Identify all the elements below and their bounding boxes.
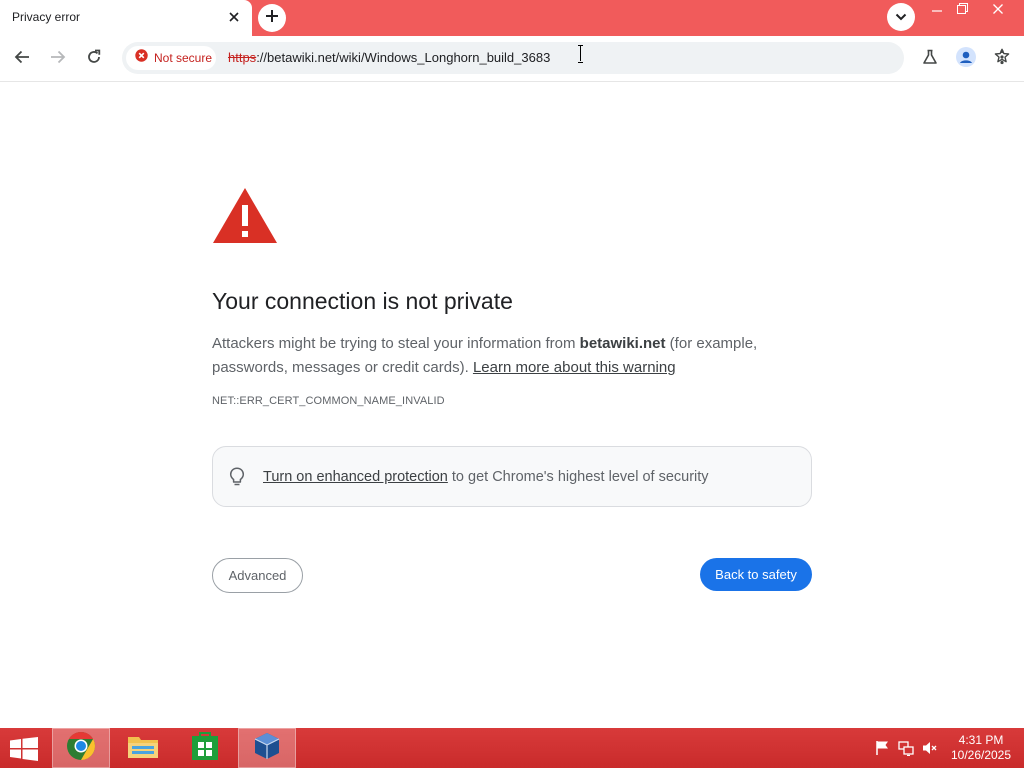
security-status-text: Not secure (154, 51, 213, 65)
chrome-icon (66, 731, 96, 766)
forward-arrow-icon (50, 49, 66, 70)
address-bar[interactable]: Not secure https://betawiki.net/wiki/Win… (122, 42, 1010, 74)
tab-search-button[interactable] (887, 3, 915, 31)
tab-strip: Privacy error (0, 0, 1024, 36)
virtualbox-icon (253, 732, 281, 765)
explain-prefix: Attackers might be trying to steal your … (212, 335, 580, 352)
warning-triangle-icon (212, 186, 278, 244)
windows-start-icon[interactable] (10, 737, 38, 761)
taskbar-file-explorer[interactable] (114, 728, 172, 768)
explain-domain: betawiki.net (579, 335, 666, 352)
reload-button[interactable] (82, 47, 106, 71)
network-icon[interactable] (898, 740, 914, 756)
back-arrow-icon (14, 49, 30, 70)
tab-privacy-error[interactable]: Privacy error (0, 0, 252, 36)
close-icon[interactable] (226, 9, 242, 25)
menu-button[interactable] (990, 47, 1014, 71)
system-clock[interactable]: 4:31 PM 10/26/2025 (946, 733, 1016, 763)
restore-button[interactable] (946, 0, 978, 20)
back-button[interactable] (10, 47, 34, 71)
file-explorer-icon (127, 732, 159, 765)
url-scheme: https (228, 50, 257, 65)
enhanced-protection-box: Turn on enhanced protection to get Chrom… (212, 446, 812, 507)
tab-title: Privacy error (12, 10, 81, 24)
taskbar-virtualbox[interactable] (238, 728, 296, 768)
enhanced-protection-link[interactable]: Turn on enhanced protection (263, 469, 448, 485)
profile-icon (956, 46, 976, 72)
restore-icon (956, 1, 968, 19)
learn-more-link[interactable]: Learn more about this warning (473, 359, 676, 376)
site-info-chip[interactable]: Not secure (126, 46, 216, 70)
chevron-down-icon (895, 8, 907, 26)
taskbar-store[interactable] (176, 728, 234, 768)
volume-muted-icon[interactable] (922, 740, 938, 756)
url-text[interactable]: https://betawiki.net/wiki/Windows_Longho… (228, 50, 550, 65)
close-window-button[interactable] (982, 0, 1014, 20)
text-cursor (578, 45, 584, 63)
flag-icon[interactable] (874, 740, 890, 756)
close-icon (993, 1, 1003, 19)
lightbulb-icon (229, 467, 245, 487)
browser-toolbar: Not secure https://betawiki.net/wiki/Win… (0, 36, 1024, 82)
back-to-safety-button[interactable]: Back to safety (700, 558, 812, 591)
taskbar: 4:31 PM 10/26/2025 (0, 728, 1024, 768)
store-icon (192, 731, 218, 765)
kebab-menu-icon (1000, 49, 1004, 70)
error-code: NET::ERR_CERT_COMMON_NAME_INVALID (212, 395, 445, 407)
reload-icon (86, 49, 102, 70)
url-path: ://betawiki.net/wiki/Windows_Longhorn_bu… (256, 50, 551, 65)
new-tab-button[interactable] (258, 4, 286, 32)
enhanced-protection-rest: to get Chrome's highest level of securit… (447, 469, 709, 485)
profile-button[interactable] (954, 46, 978, 72)
clock-date: 10/26/2025 (950, 748, 1012, 762)
enhanced-protection-text: Turn on enhanced protection to get Chrom… (263, 469, 709, 485)
taskbar-chrome[interactable] (52, 728, 110, 768)
forward-button[interactable] (46, 47, 70, 71)
explanation-paragraph: Attackers might be trying to steal your … (212, 332, 812, 380)
clock-time: 4:31 PM (958, 733, 1004, 747)
not-secure-icon (135, 49, 148, 67)
labs-flask-icon (922, 49, 938, 70)
advanced-button[interactable]: Advanced (212, 558, 303, 593)
minimize-icon (932, 1, 942, 19)
page-heading: Your connection is not private (212, 288, 513, 314)
plus-icon (265, 9, 279, 28)
labs-button[interactable] (918, 47, 942, 71)
